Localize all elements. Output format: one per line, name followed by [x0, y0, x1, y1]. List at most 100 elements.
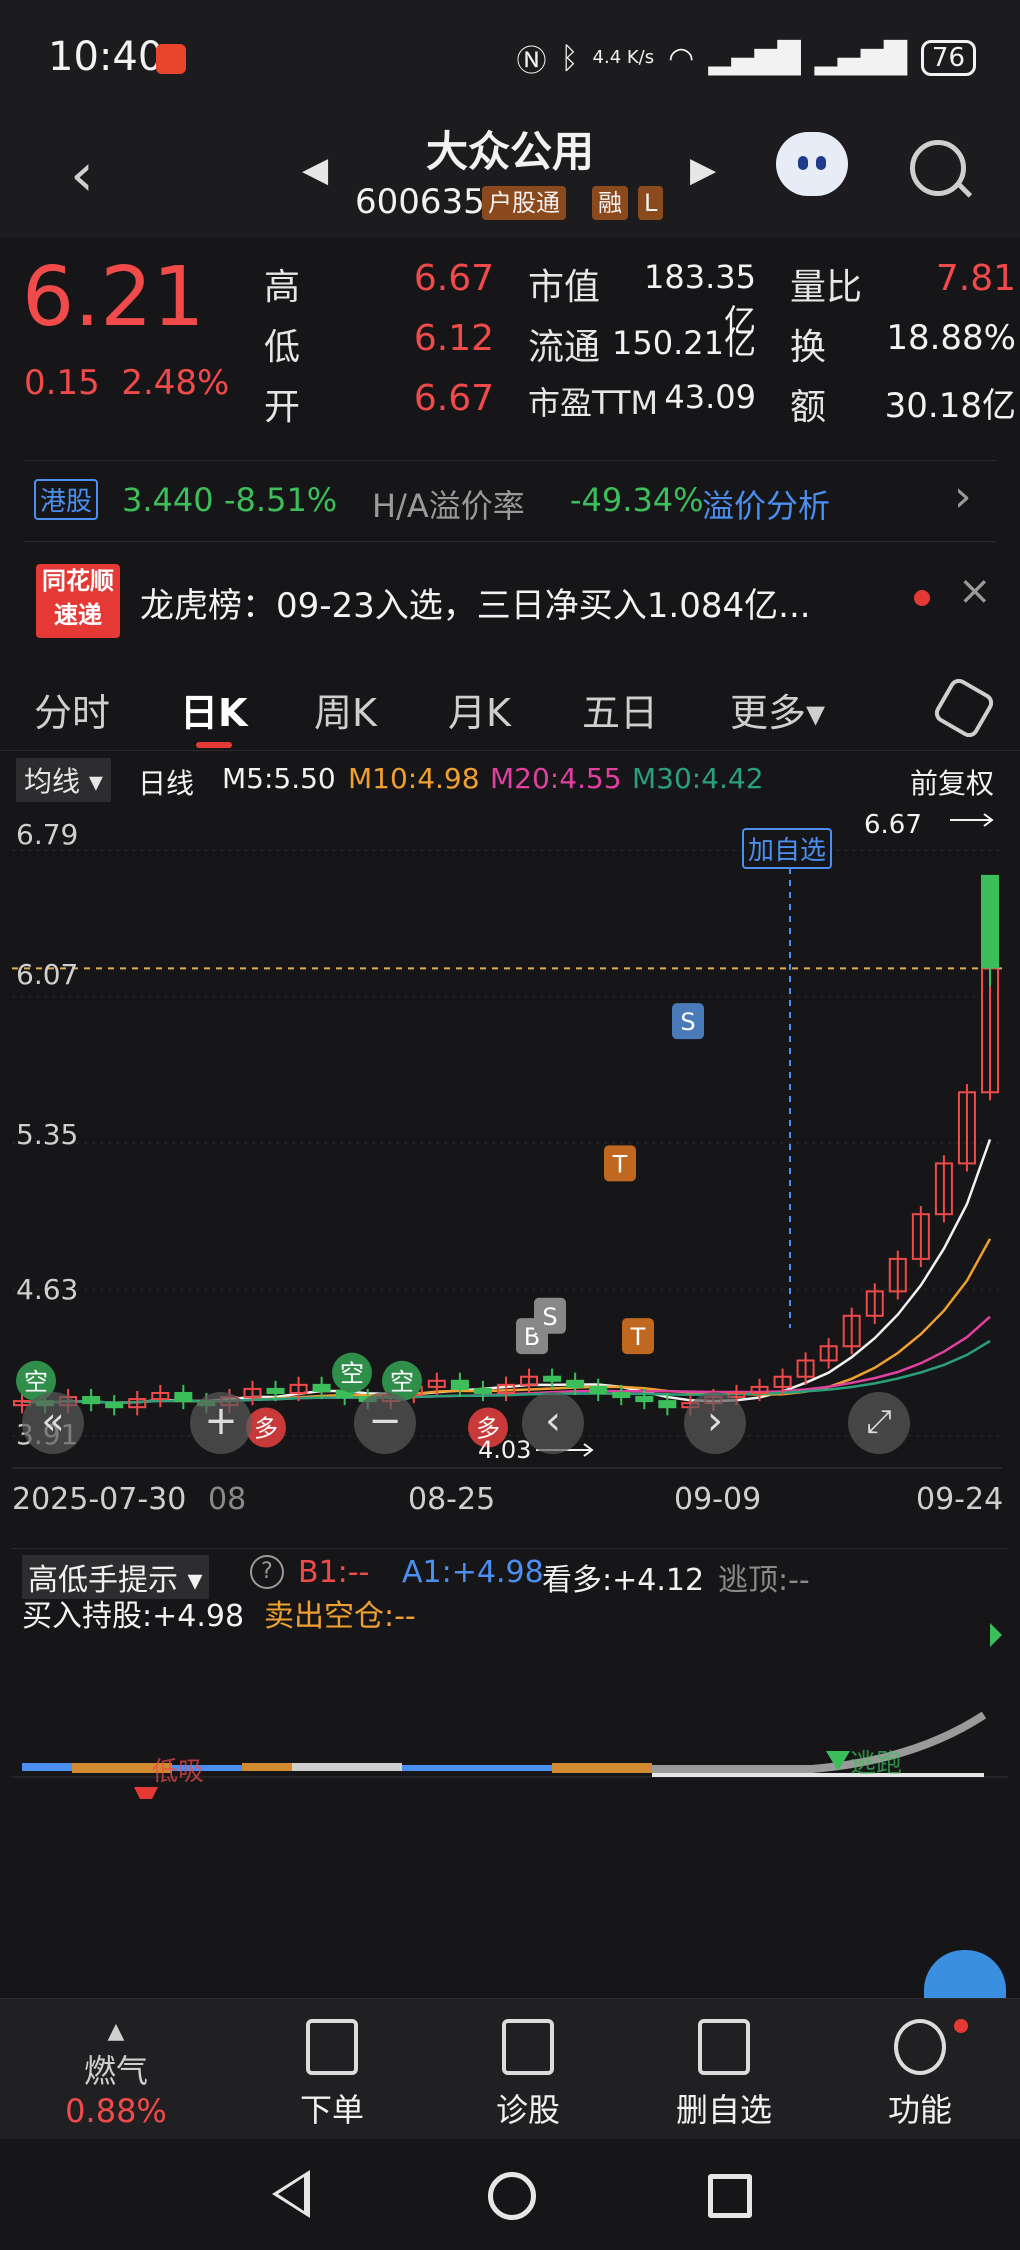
ma5-line: [21, 1138, 992, 1405]
signal-label-9: S: [680, 1008, 695, 1036]
remove-watch-label: 删自选: [675, 2091, 772, 2129]
nav-back-icon[interactable]: [272, 2170, 310, 2218]
last-candle-body: [981, 874, 999, 969]
remove-watch-button[interactable]: 删自选: [654, 2019, 794, 2131]
next-stock-icon[interactable]: ▶: [690, 150, 716, 190]
high-label: 高: [264, 267, 301, 308]
signal-label-3: 多: [254, 1415, 278, 1443]
x-tick-1: 2025-07-30: [12, 1482, 187, 1517]
ind-rising-line: [652, 1711, 987, 1773]
battery-icon: 76: [920, 40, 976, 76]
change-value: 0.15: [24, 363, 100, 403]
search-icon[interactable]: [910, 140, 966, 196]
status-bar: 10:40 Ⓝ ᛒ 4.4 K/s ◠ ▂▄▆█ ▂▄▆█ 76: [0, 0, 1020, 110]
stock-code: 600635: [355, 182, 485, 222]
signal-label-2: 空: [390, 1368, 414, 1396]
scroll-left-fast-icon[interactable]: «: [22, 1392, 84, 1454]
low-label: 低: [264, 327, 301, 368]
hk-change: -8.51%: [224, 481, 338, 519]
y-tick-1: 6.79: [16, 818, 79, 851]
change-pct: 2.48%: [121, 363, 230, 403]
settings-gear-icon[interactable]: [931, 675, 997, 741]
order-button[interactable]: 下单: [262, 2019, 402, 2131]
order-label: 下单: [299, 2091, 364, 2129]
kline-chart[interactable]: 空空空多多BSTTS 6.79 6.07 5.35 4.63 3.91 2025…: [12, 808, 1008, 1538]
assistant-robot-icon[interactable]: [776, 132, 848, 196]
turnover-value: 18.88%: [886, 318, 1016, 358]
hk-price: 3.440: [122, 481, 214, 519]
open-value: 6.67: [413, 378, 494, 419]
signal-icon-2: ▂▄▆█: [814, 40, 907, 76]
hk-share-row[interactable]: 港股 3.440 -8.51% H/A溢价率 -49.34% 溢价分析 ›: [24, 460, 996, 542]
current-price: 6.21: [22, 250, 205, 345]
tag-hk-connect: 户股通: [482, 186, 566, 220]
functions-label: 功能: [887, 2091, 952, 2129]
buy-arrow-icon: [134, 1787, 158, 1799]
tab-more[interactable]: 更多▾: [730, 682, 825, 737]
tab-weekly-k[interactable]: 周K: [314, 682, 377, 737]
wifi-icon: ◠: [668, 40, 695, 76]
float-value: 150.21亿: [612, 324, 756, 362]
tab-five-day[interactable]: 五日: [582, 682, 658, 737]
signal-label-0: 空: [24, 1368, 48, 1396]
nfc-icon: Ⓝ: [516, 44, 547, 79]
signal-label-1: 空: [340, 1360, 364, 1388]
diagnose-icon: [502, 2019, 554, 2075]
news-logo: 同花顺 速递: [36, 564, 120, 638]
zoom-out-icon[interactable]: −: [354, 1392, 416, 1454]
ma-period: 日线: [138, 767, 195, 800]
high-value: 6.67: [413, 258, 494, 299]
ind-bar-orange-3: [552, 1763, 652, 1773]
candle-body-19: [450, 1379, 469, 1390]
news-logo-line1: 同花顺: [42, 567, 114, 595]
tab-monthly-k[interactable]: 月K: [448, 682, 511, 737]
premium-analysis-link[interactable]: 溢价分析: [702, 481, 830, 527]
status-time: 10:40: [48, 34, 164, 80]
signal-label-7: T: [612, 1150, 628, 1178]
premium-label: H/A溢价率: [372, 487, 525, 525]
ma5-value: M5:5.50: [222, 762, 336, 795]
premium-value: -49.34%: [570, 481, 704, 519]
chevron-right-icon[interactable]: ›: [954, 471, 972, 522]
tag-margin: 融: [592, 186, 628, 220]
close-icon[interactable]: ×: [958, 568, 992, 614]
functions-icon: [894, 2019, 946, 2075]
stock-header: ‹ ◀ 大众公用 600635 户股通 融 L ▶: [0, 110, 1020, 238]
scroll-left-icon[interactable]: ‹: [522, 1392, 584, 1454]
chat-float-icon[interactable]: [924, 1950, 1006, 1998]
nav-recents-icon[interactable]: [708, 2174, 752, 2218]
sector-gas-button[interactable]: ▲ 燃气 0.88%: [46, 2019, 186, 2130]
x-tick-5: 09-24: [916, 1482, 1004, 1517]
turnover-label: 换: [790, 327, 827, 368]
amount-value: 30.18亿: [884, 386, 1016, 426]
add-watch-tag[interactable]: 加自选: [742, 828, 833, 869]
ind-bar-blue-1: [22, 1763, 72, 1771]
edge-arrow-icon: [990, 1623, 1002, 1647]
ma-selector[interactable]: 均线 ▾: [16, 758, 111, 802]
caret-up-icon: ▲: [107, 2019, 125, 2044]
tab-intraday[interactable]: 分时: [34, 682, 110, 737]
ma-legend: 均线 ▾ 日线 M5:5.50 M10:4.98 M20:4.55 M30:4.…: [0, 752, 1020, 802]
system-nav-bar: [0, 2140, 1020, 2250]
zoom-in-icon[interactable]: +: [190, 1392, 252, 1454]
scroll-right-icon[interactable]: ›: [684, 1392, 746, 1454]
x-tick-3: 08-25: [408, 1482, 496, 1517]
news-text[interactable]: 龙虎榜：09-23入选，三日净买入1.084亿...: [140, 578, 920, 627]
low-marker: 4.03: [478, 1436, 532, 1464]
active-tab-indicator: [196, 742, 232, 748]
price-change: 0.15 2.48%: [24, 363, 229, 403]
diagnose-button[interactable]: 诊股: [458, 2019, 598, 2131]
stock-name: 大众公用: [425, 127, 594, 176]
bluetooth-icon: ᛒ: [560, 40, 579, 76]
candle-body-7: [174, 1391, 193, 1403]
nav-home-icon[interactable]: [488, 2172, 536, 2220]
news-banner[interactable]: 同花顺 速递 龙虎榜：09-23入选，三日净买入1.084亿... ×: [24, 550, 996, 650]
tab-daily-k[interactable]: 日K: [180, 682, 247, 737]
functions-button[interactable]: 功能: [850, 2019, 990, 2131]
adjust-mode[interactable]: 前复权: [910, 762, 994, 802]
open-label: 开: [264, 387, 301, 428]
pe-label: 市盈TTM: [528, 384, 659, 422]
pe-value: 43.09: [664, 378, 756, 416]
fullscreen-icon[interactable]: ⤢: [848, 1392, 910, 1454]
x-tick-2: 08: [208, 1482, 247, 1517]
